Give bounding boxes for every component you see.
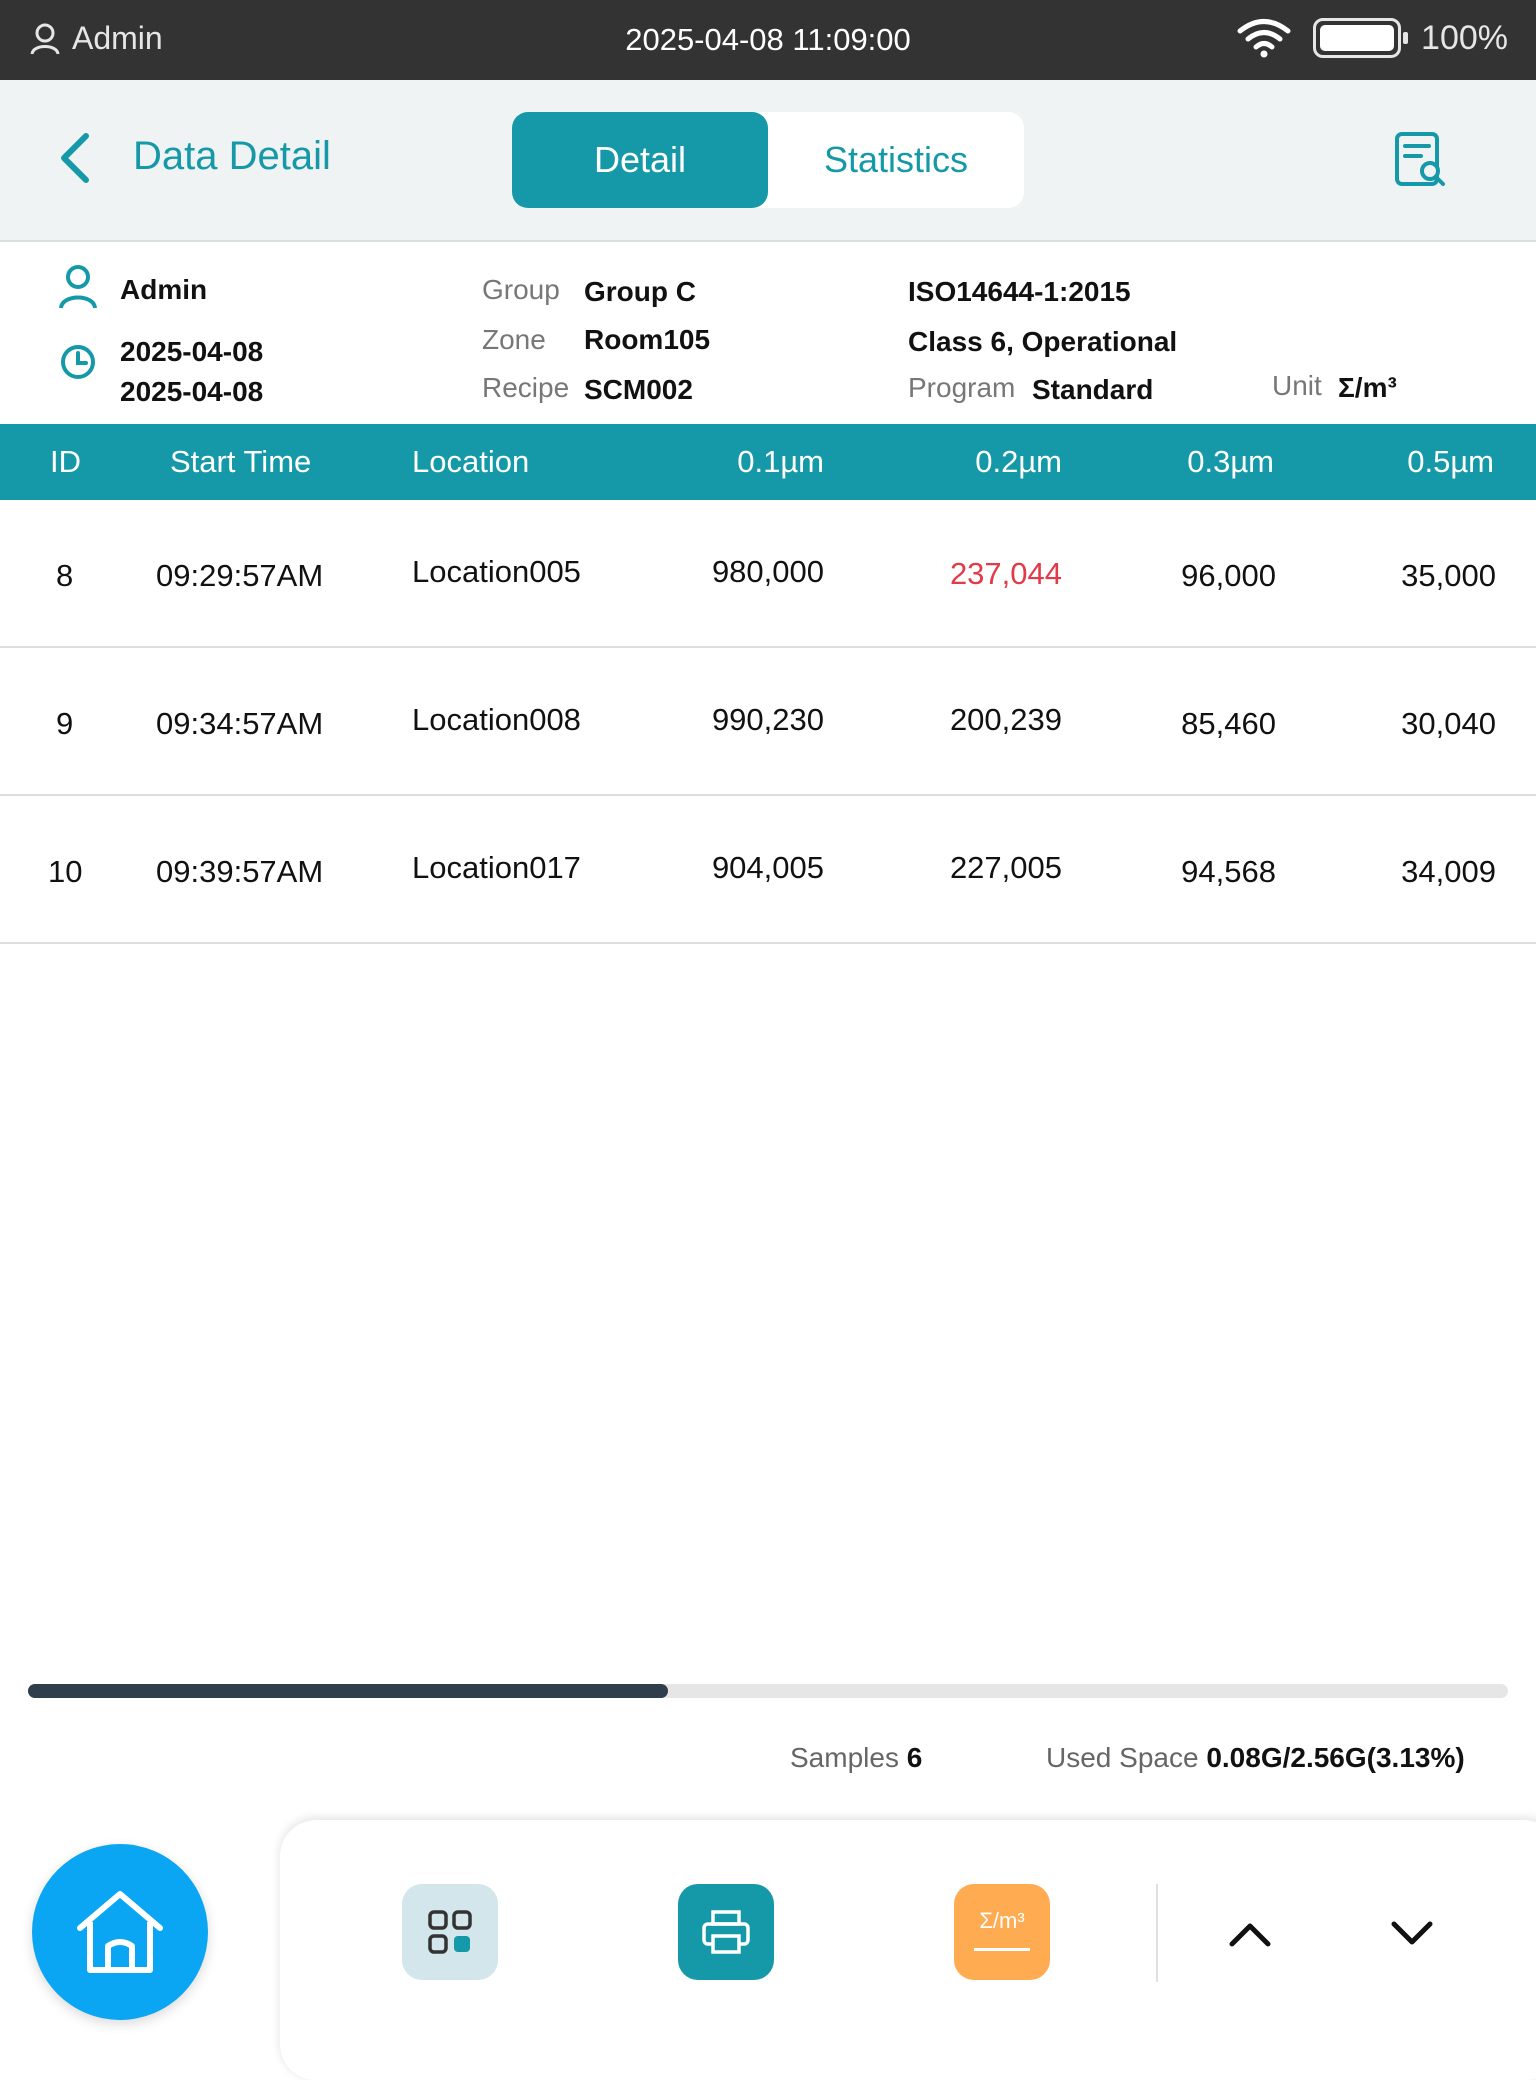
battery-icon <box>1313 18 1409 58</box>
cell-0-5um: 35,000 <box>1401 558 1496 593</box>
page-down-button[interactable] <box>1382 1904 1442 1964</box>
cell-0-1um: 990,230 <box>711 702 824 737</box>
cell-id: 9 <box>56 706 74 741</box>
cell-0-1um: 904,005 <box>711 850 824 885</box>
recipe-value: SCM002 <box>584 374 693 405</box>
tab-detail[interactable]: Detail <box>512 112 768 208</box>
cell-0-3um: 96,000 <box>1181 558 1276 593</box>
view-tabs: Detail Statistics <box>512 112 1024 208</box>
bottom-toolbar: Σ/m³ <box>280 1820 1536 2080</box>
unit-toggle-button[interactable]: Σ/m³ <box>954 1884 1050 1980</box>
cell-0-1um: 980,000 <box>711 554 824 589</box>
cell-0-3um: 94,568 <box>1181 854 1276 889</box>
cell-location: Location005 <box>412 554 581 589</box>
used-space-label: Used Space <box>1046 1742 1199 1773</box>
used-space-value: 0.08G/2.56G(3.13%) <box>1206 1742 1465 1773</box>
grid-icon <box>428 1910 472 1954</box>
wifi-icon <box>1237 19 1291 58</box>
clock-icon <box>61 345 95 379</box>
cell-start-time: 09:39:57AM <box>156 854 324 889</box>
chevron-down-icon <box>1391 1921 1433 1945</box>
battery-percent: 100% <box>1421 18 1508 57</box>
samples-value: 6 <box>906 1742 923 1773</box>
samples-label: Samples <box>790 1742 899 1773</box>
user-icon <box>59 265 97 309</box>
unit-toggle-label: Σ/m³ <box>979 1907 1025 1933</box>
table-row[interactable]: 10 09:39:57AM Location017 904,005 227,00… <box>0 796 1536 944</box>
col-0-3um[interactable]: 0.3µm <box>1187 444 1274 480</box>
cell-0-5um: 30,040 <box>1401 706 1496 741</box>
printer-icon <box>702 1910 750 1954</box>
standard-value: ISO14644-1:2015 <box>908 276 1131 307</box>
grid-button[interactable] <box>402 1884 498 1980</box>
unit-label: Unit <box>1272 370 1322 401</box>
header: Data Detail Detail Statistics <box>0 80 1536 240</box>
col-0-1um[interactable]: 0.1µm <box>737 444 824 480</box>
page-title: Data Detail <box>133 134 331 178</box>
col-start-time[interactable]: Start Time <box>170 444 311 480</box>
home-icon <box>77 1891 163 1973</box>
tab-statistics[interactable]: Statistics <box>768 112 1024 208</box>
status-bar: Admin 2025-04-08 11:09:00 100% <box>0 0 1536 80</box>
zone-label: Zone <box>482 324 546 355</box>
cell-start-time: 09:34:57AM <box>156 706 324 741</box>
program-label: Program <box>908 372 1016 403</box>
back-button[interactable] <box>54 128 98 188</box>
cell-0-2um: 200,239 <box>949 702 1062 737</box>
info-date-start: 2025-04-08 <box>120 336 264 367</box>
home-button[interactable] <box>32 1844 208 2020</box>
toolbar-divider <box>1156 1884 1158 1982</box>
cell-0-2um: 227,005 <box>949 850 1062 885</box>
back-chevron-icon <box>61 133 89 183</box>
report-search-icon <box>1395 132 1445 186</box>
col-location[interactable]: Location <box>412 444 529 480</box>
cell-location: Location008 <box>412 702 581 737</box>
recipe-label: Recipe <box>482 372 570 403</box>
record-info: Admin 2025-04-08 2025-04-08 Group Group … <box>0 240 1536 424</box>
cell-0-5um: 34,009 <box>1401 854 1496 889</box>
print-button[interactable] <box>678 1884 774 1980</box>
chevron-up-icon <box>1229 1923 1271 1947</box>
unit-toggle-underline <box>974 1947 1030 1951</box>
page-up-button[interactable] <box>1220 1904 1280 1964</box>
col-0-5um[interactable]: 0.5µm <box>1407 444 1494 480</box>
cell-id: 8 <box>56 558 74 593</box>
report-search-button[interactable] <box>1392 130 1448 190</box>
cell-id: 10 <box>48 854 83 889</box>
col-id[interactable]: ID <box>50 444 81 480</box>
col-0-2um[interactable]: 0.2µm <box>975 444 1062 480</box>
info-user: Admin <box>120 274 208 305</box>
group-label: Group <box>482 274 560 305</box>
cell-location: Location017 <box>412 850 581 885</box>
class-value: Class 6, Operational <box>908 326 1178 357</box>
samples-count: Samples 6 <box>790 1742 922 1774</box>
horizontal-scroll-thumb[interactable] <box>28 1684 668 1698</box>
program-value: Standard <box>1032 374 1154 405</box>
table-header: ID Start Time Location 0.1µm 0.2µm 0.3µm… <box>0 424 1536 500</box>
zone-value: Room105 <box>584 324 711 355</box>
table-row[interactable]: 8 09:29:57AM Location005 980,000 237,044… <box>0 500 1536 648</box>
cell-start-time: 09:29:57AM <box>156 558 324 593</box>
unit-value: Σ/m³ <box>1338 372 1397 403</box>
group-value: Group C <box>584 276 696 307</box>
cell-0-2um-exceeded: 237,044 <box>949 556 1062 591</box>
table-row[interactable]: 9 09:34:57AM Location008 990,230 200,239… <box>0 648 1536 796</box>
cell-0-3um: 85,460 <box>1181 706 1276 741</box>
info-date-end: 2025-04-08 <box>120 376 264 407</box>
used-space: Used Space 0.08G/2.56G(3.13%) <box>1046 1742 1465 1774</box>
